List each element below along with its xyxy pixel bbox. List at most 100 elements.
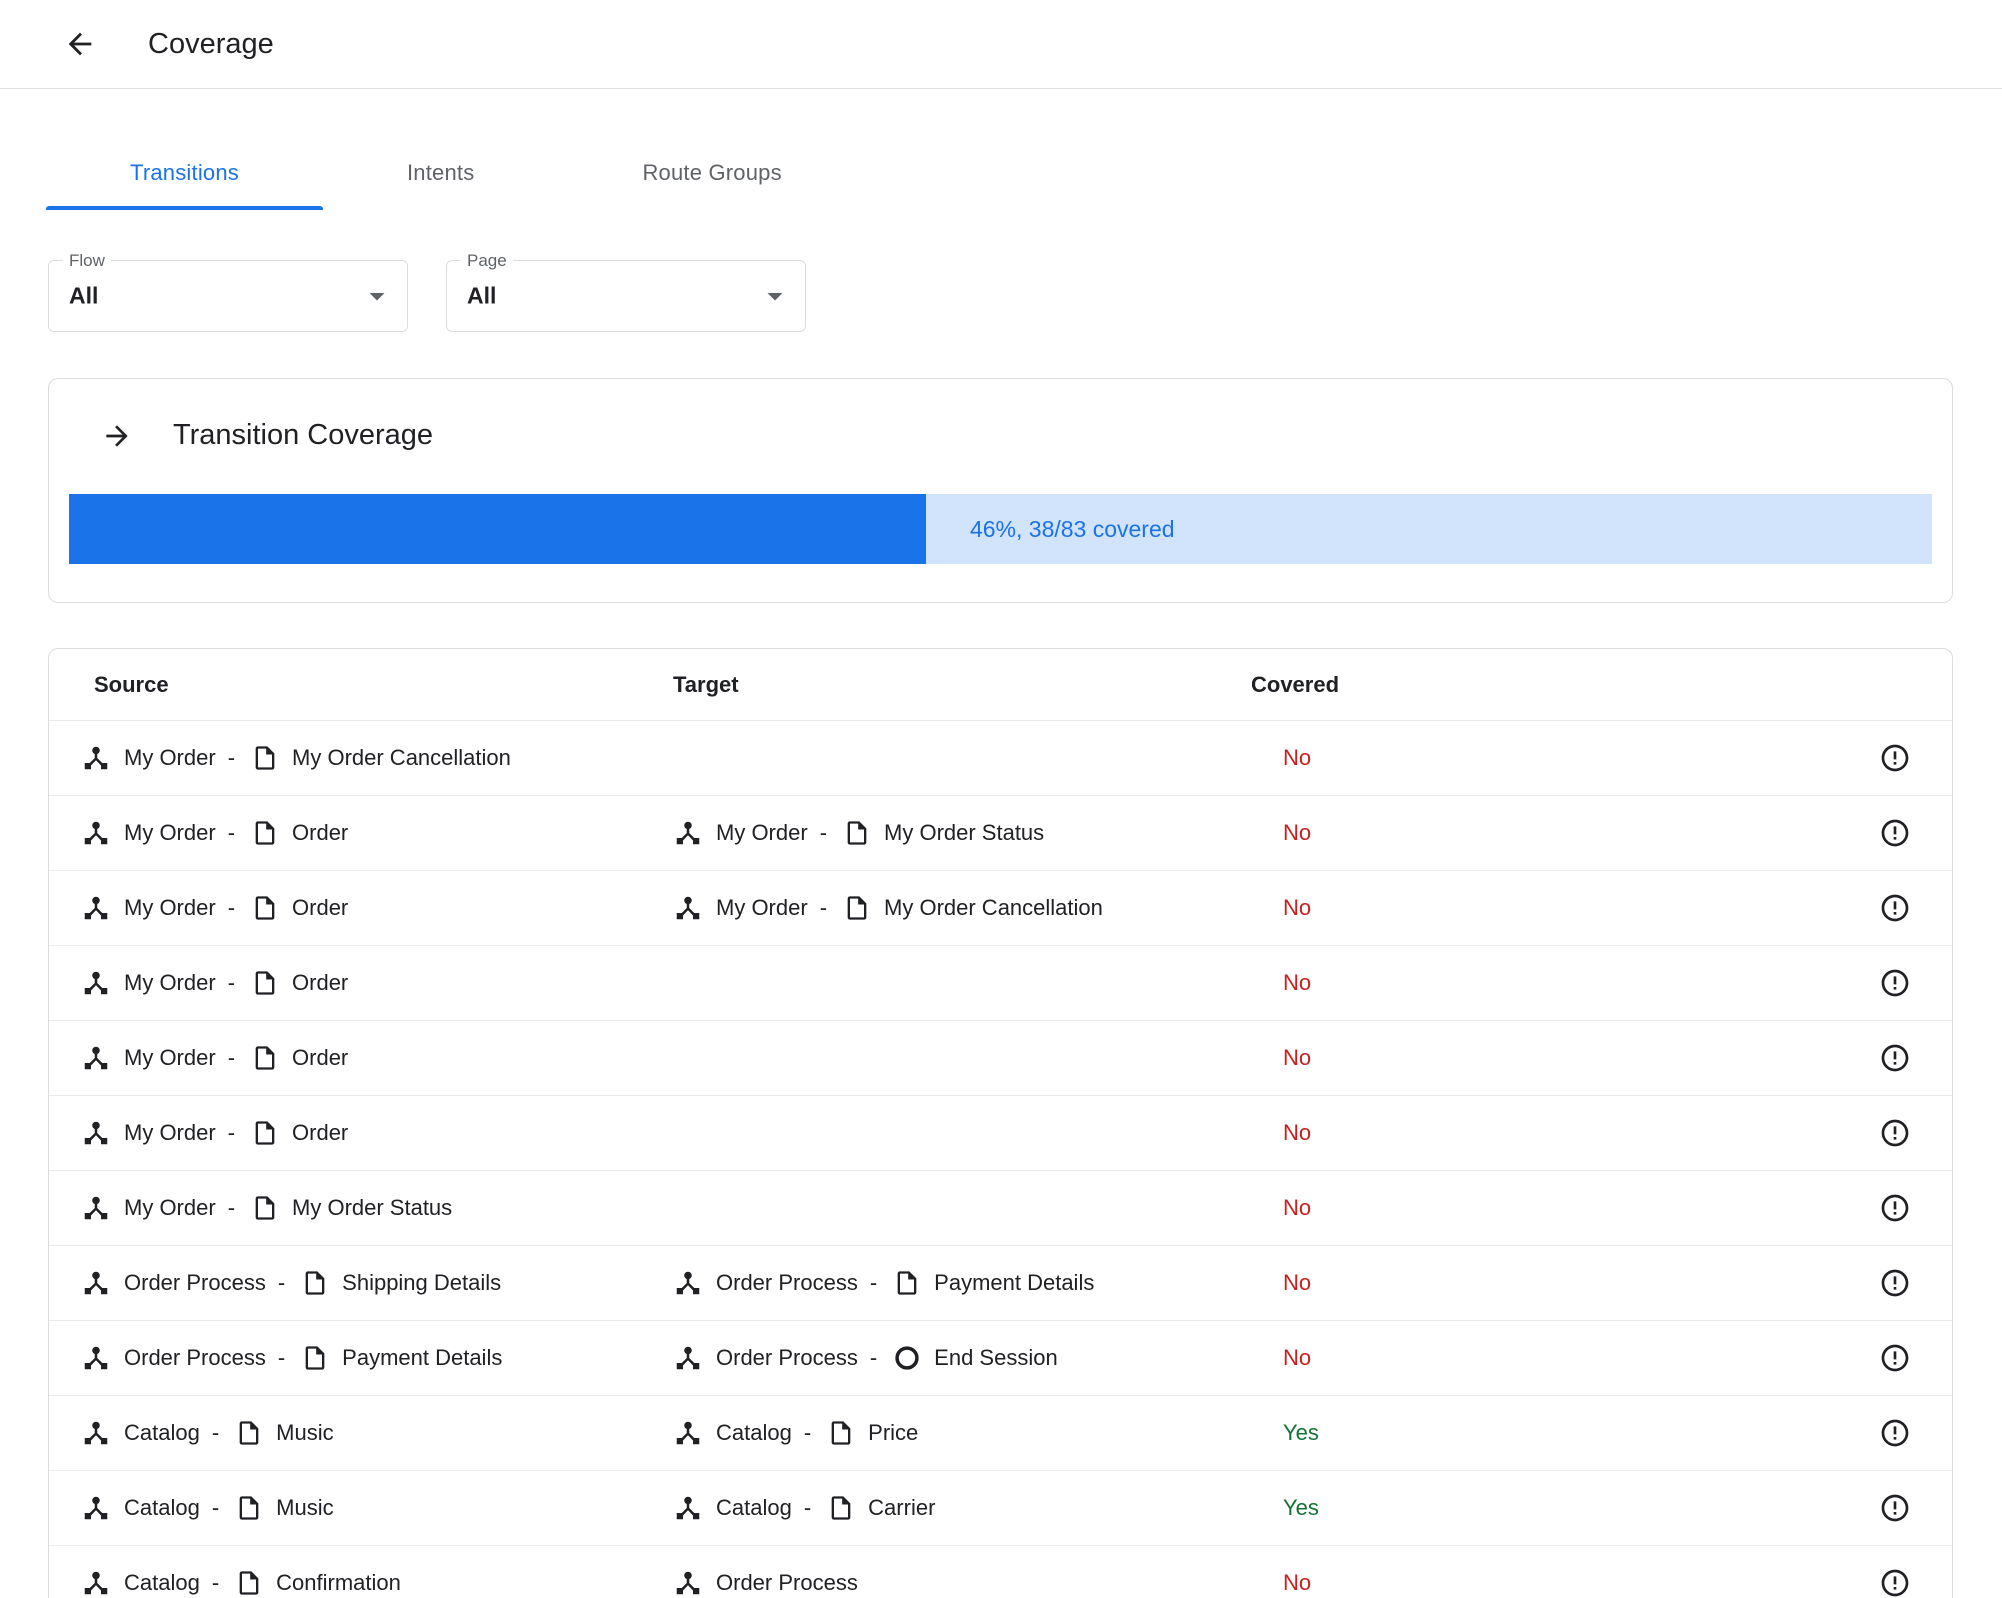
page-icon <box>897 1271 917 1295</box>
page-name: Order <box>292 895 349 920</box>
table-row: Catalog - Music Catalog - Carrier Yes <box>49 1471 1952 1546</box>
page-name: Confirmation <box>276 1570 401 1595</box>
page-select[interactable]: Page All <box>446 251 806 332</box>
info-icon <box>1881 894 1909 922</box>
flow-name: Catalog <box>124 1570 200 1595</box>
flow-select-value: All <box>69 282 99 309</box>
page-select-label: Page <box>461 251 513 271</box>
flow-icon <box>84 1346 108 1370</box>
page-name: Carrier <box>868 1495 936 1520</box>
coverage-progress-fill <box>69 494 926 564</box>
page-name: Music <box>276 1495 334 1520</box>
table-row: My Order - Order No <box>49 946 1952 1021</box>
page-icon <box>255 1196 275 1220</box>
page-icon <box>255 746 275 770</box>
row-info-button[interactable] <box>1878 741 1912 775</box>
flow-icon <box>84 1121 108 1145</box>
row-info-button[interactable] <box>1878 1341 1912 1375</box>
row-info-button[interactable] <box>1878 891 1912 925</box>
flow-icon <box>676 1271 700 1295</box>
table-row: My Order - Order My Order - My Order Status … <box>49 796 1952 871</box>
source-cell: Catalog - Confirmation <box>81 1568 661 1598</box>
coverage-card-header: Transition Coverage <box>101 419 1932 452</box>
flow-name: My Order <box>124 745 216 770</box>
row-info-button[interactable] <box>1878 966 1912 1000</box>
separator: - <box>803 1495 812 1520</box>
coverage-progress-label: 46%, 38/83 covered <box>969 515 1175 542</box>
table-row: Catalog - Confirmation Order Process No <box>49 1546 1952 1598</box>
tab-transitions[interactable]: Transitions <box>46 135 323 210</box>
page-icon <box>239 1496 259 1520</box>
covered-value: No <box>1283 1570 1312 1595</box>
row-info-button[interactable] <box>1878 816 1912 850</box>
table-row: Catalog - Music Catalog - Price Yes <box>49 1396 1952 1471</box>
source-cell: My Order - Order <box>81 818 661 848</box>
separator: - <box>227 1045 236 1070</box>
back-button[interactable] <box>60 24 100 64</box>
table-row: My Order - Order No <box>49 1021 1952 1096</box>
arrow-back-icon <box>68 32 92 56</box>
table-header-row: Source Target Covered <box>49 649 1952 721</box>
row-info-button[interactable] <box>1878 1266 1912 1300</box>
tab-label: Route Groups <box>642 159 782 185</box>
source-cell: My Order - Order <box>81 893 661 923</box>
flow-name: My Order <box>124 1045 216 1070</box>
row-info-button[interactable] <box>1878 1566 1912 1598</box>
page-icon <box>255 1121 275 1145</box>
info-icon <box>1881 1569 1909 1597</box>
row-info-button[interactable] <box>1878 1416 1912 1450</box>
target-cell: Order Process - Payment Details <box>661 1268 1231 1298</box>
separator: - <box>227 745 236 770</box>
page-name: My Order Status <box>884 820 1045 845</box>
separator: - <box>819 895 828 920</box>
separator: - <box>277 1345 286 1370</box>
flow-icon <box>84 1421 108 1445</box>
row-info-button[interactable] <box>1878 1191 1912 1225</box>
covered-value: No <box>1283 1345 1312 1370</box>
page-icon <box>255 971 275 995</box>
flow-select-label: Flow <box>63 251 111 271</box>
flow-name: My Order <box>124 820 216 845</box>
info-icon <box>1881 1344 1909 1372</box>
flow-name: My Order <box>124 895 216 920</box>
table-body: My Order - My Order Cancellation No My Ord… <box>49 721 1952 1598</box>
target-cell: Catalog - Carrier <box>661 1493 1231 1523</box>
covered-value: Yes <box>1283 1420 1319 1445</box>
target-cell: Order Process <box>661 1568 1231 1598</box>
tab-route-groups[interactable]: Route Groups <box>558 135 865 210</box>
end-session-icon <box>895 1346 919 1370</box>
info-icon <box>1881 819 1909 847</box>
page-icon <box>255 1046 275 1070</box>
arrow-drop-down-icon <box>767 293 783 301</box>
page-name: My Order Status <box>292 1195 453 1220</box>
row-info-button[interactable] <box>1878 1116 1912 1150</box>
flow-icon <box>84 896 108 920</box>
separator: - <box>227 895 236 920</box>
row-info-button[interactable] <box>1878 1491 1912 1525</box>
flow-icon <box>84 1046 108 1070</box>
page-name: End Session <box>934 1345 1058 1370</box>
target-cell: Order Process - End Session <box>661 1343 1231 1373</box>
separator: - <box>803 1420 812 1445</box>
table-row: My Order - Order My Order - My Order Cancell… <box>49 871 1952 946</box>
source-cell: My Order - Order <box>81 1118 661 1148</box>
covered-value: No <box>1283 745 1312 770</box>
flow-select[interactable]: Flow All <box>48 251 408 332</box>
row-info-button[interactable] <box>1878 1041 1912 1075</box>
column-header-target: Target <box>673 671 739 697</box>
target-cell: My Order - My Order Status <box>661 818 1231 848</box>
coverage-title: Transition Coverage <box>173 419 434 451</box>
page-name: Payment Details <box>934 1270 1095 1295</box>
page-icon <box>239 1571 259 1595</box>
page-icon <box>831 1496 851 1520</box>
source-cell: My Order - Order <box>81 968 661 998</box>
flow-name: Order Process <box>124 1270 266 1295</box>
separator: - <box>227 970 236 995</box>
target-cell: My Order - My Order Cancellation <box>661 893 1231 923</box>
info-icon <box>1881 969 1909 997</box>
flow-name: Order Process <box>124 1345 266 1370</box>
source-cell: Order Process - Shipping Details <box>81 1268 661 1298</box>
column-header-source: Source <box>94 671 169 697</box>
flow-name: Order Process <box>716 1345 858 1370</box>
tab-intents[interactable]: Intents <box>323 135 558 210</box>
